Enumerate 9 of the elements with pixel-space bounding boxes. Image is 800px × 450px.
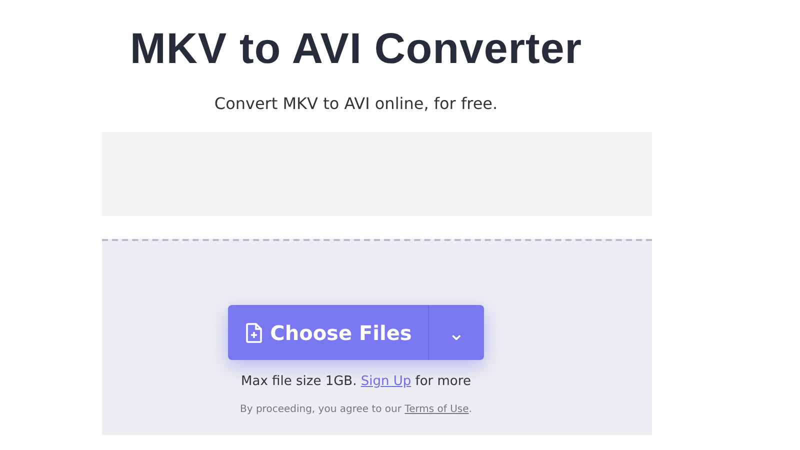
sign-up-link[interactable]: Sign Up — [360, 374, 412, 389]
terms-note: By proceeding, you agree to our Terms of Use. — [240, 402, 472, 416]
dropdown-toggle-button[interactable]: ⌄ — [428, 305, 484, 360]
terms-link[interactable]: Terms of Use — [404, 404, 469, 414]
page-subtitle: Convert MKV to AVI online, for free. — [213, 93, 499, 115]
file-size-note: Max file size 1GB. Sign Up for more — [241, 373, 471, 391]
choose-files-button[interactable]: Choose Files — [228, 305, 429, 360]
page-title: MKV to AVI Converter — [129, 24, 583, 74]
add-file-icon — [246, 322, 262, 342]
